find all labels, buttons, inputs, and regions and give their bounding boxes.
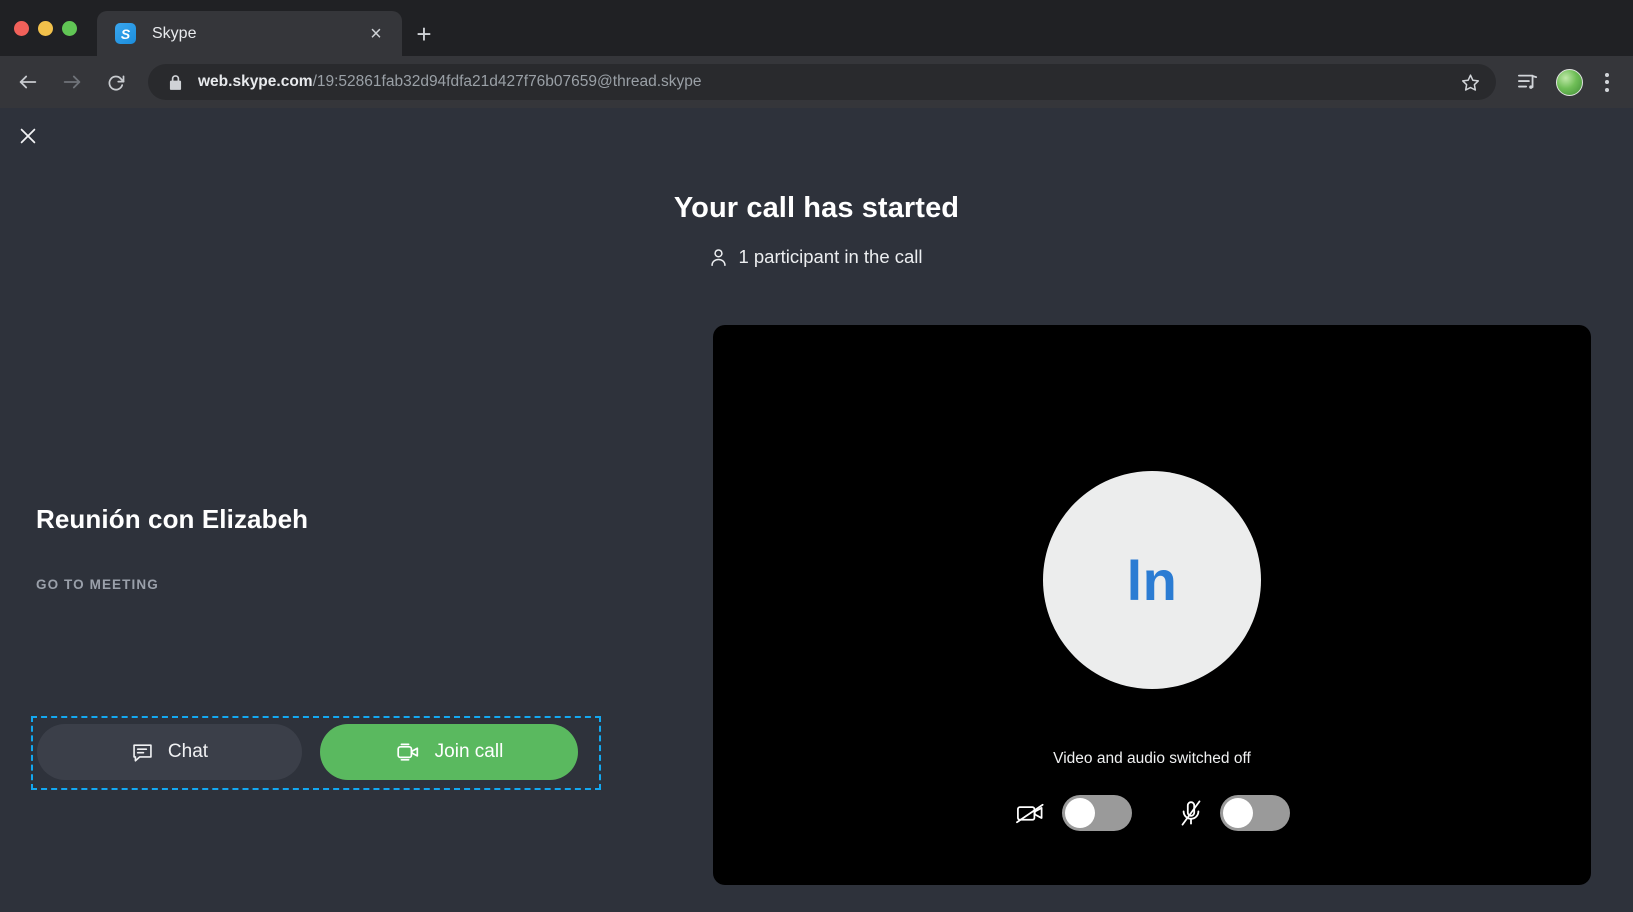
media-status-text: Video and audio switched off (1053, 750, 1251, 767)
chat-button-label: Chat (167, 741, 209, 762)
skype-call-page: Your call has started 1 participant in t… (0, 108, 1633, 912)
back-icon[interactable] (8, 62, 48, 102)
participants-status: 1 participant in the call (0, 246, 1633, 268)
tab-strip: S Skype × + (0, 0, 1633, 56)
lock-icon (166, 73, 184, 91)
url-path: /19:52861fab32d94fdfa21d427f76b07659@thr… (312, 73, 702, 90)
close-tab-icon[interactable]: × (364, 22, 388, 46)
meeting-actions: Chat Join call (37, 724, 578, 780)
address-bar[interactable]: web.skype.com/19:52861fab32d94fdfa21d427… (148, 64, 1496, 100)
avatar: ln (1043, 471, 1261, 689)
url-host: web.skype.com (198, 73, 313, 90)
skype-favicon: S (115, 23, 136, 44)
video-camera-icon (395, 740, 421, 764)
camera-off-icon (1015, 798, 1048, 828)
three-dot-menu-icon[interactable] (1593, 64, 1621, 100)
bookmark-star-icon[interactable] (1454, 66, 1486, 98)
media-playlist-icon[interactable] (1510, 64, 1546, 100)
audio-toggle[interactable] (1219, 795, 1290, 831)
chat-button[interactable]: Chat (37, 724, 302, 780)
chat-bubble-icon (131, 741, 154, 764)
audio-control (1176, 795, 1290, 831)
media-toggle-controls (713, 795, 1591, 831)
browser-window: S Skype × + web.skype.com/19:52861fab32d… (0, 0, 1633, 912)
profile-avatar[interactable] (1556, 68, 1583, 96)
join-call-button-label: Join call (434, 741, 504, 762)
tab-title: Skype (152, 24, 197, 42)
audio-toggle-knob (1222, 798, 1253, 828)
person-icon (710, 248, 727, 267)
window-traffic-lights (14, 0, 77, 56)
browser-tab-skype[interactable]: S Skype × (97, 11, 402, 56)
participants-count-label: 1 participant in the call (738, 246, 923, 267)
page-title: Your call has started (673, 192, 960, 224)
go-to-meeting-label: GO TO MEETING (36, 577, 159, 592)
close-window-button[interactable] (14, 20, 29, 36)
join-call-button[interactable]: Join call (320, 724, 578, 780)
maximize-window-button[interactable] (62, 20, 77, 36)
reload-icon[interactable] (96, 62, 136, 102)
meeting-title: Reunión con Elizabeh (36, 504, 309, 534)
new-tab-button[interactable]: + (402, 11, 446, 56)
minimize-window-button[interactable] (38, 20, 53, 36)
url-text: web.skype.com/19:52861fab32d94fdfa21d427… (198, 73, 1454, 91)
meeting-info: Reunión con Elizabeh GO TO MEETING (36, 504, 636, 592)
video-toggle-knob (1064, 798, 1095, 828)
close-panel-button[interactable] (8, 116, 48, 156)
video-control (1015, 795, 1132, 831)
video-toggle[interactable] (1061, 795, 1132, 831)
microphone-off-icon (1176, 798, 1206, 828)
forward-icon[interactable] (52, 62, 92, 102)
video-stage[interactable]: ln Video and audio switched off (713, 325, 1591, 885)
browser-toolbar: web.skype.com/19:52861fab32d94fdfa21d427… (0, 56, 1633, 108)
